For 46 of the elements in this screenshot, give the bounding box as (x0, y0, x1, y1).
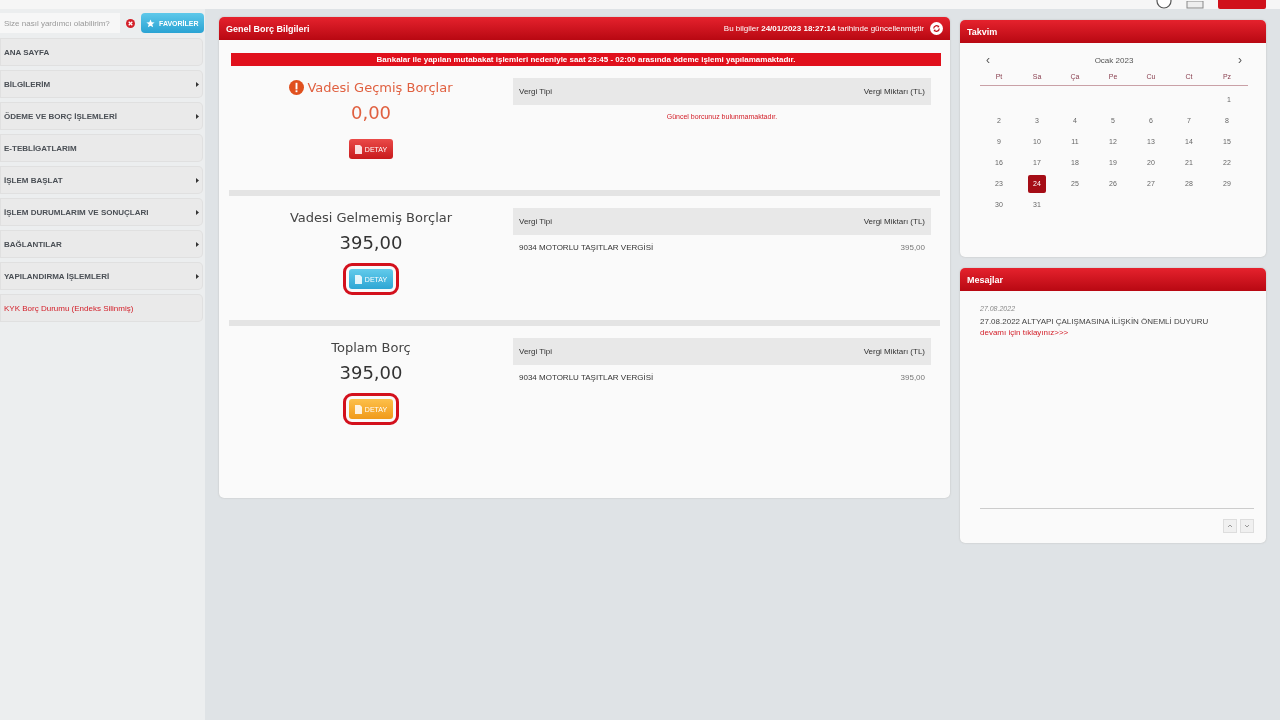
notice-banner: Bankalar ile yapılan mutabakat işlemleri nedeniyle saat 23:45 - 02:00 arasında ödeme işlemi yapılamamaktadır. (231, 53, 941, 66)
scroll-down-icon[interactable] (1240, 519, 1254, 533)
card-title: Mesajlar (967, 274, 1004, 285)
column-header: Vergi Tipi (519, 87, 552, 96)
table-cell: 9034 MOTORLU TAŞITLAR VERGİSİ (519, 373, 654, 382)
menu-item[interactable]: KYK Borç Durumu (Endeks Silinmiş) (0, 294, 203, 322)
menu-item[interactable]: İŞLEM DURUMLARIM VE SONUÇLARI (0, 198, 203, 226)
calendar-icon[interactable] (1186, 1, 1204, 9)
debt-amount: 395,00 (339, 232, 403, 253)
next-month-button[interactable]: › (1238, 53, 1242, 67)
menu-item[interactable]: E-TEBLİGATLARIM (0, 134, 203, 162)
section-title: Vadesi Gelmemiş Borçlar (289, 210, 453, 225)
debt-amount: 395,00 (339, 362, 403, 383)
section-title: Vadesi Geçmiş Borçlar (307, 80, 453, 95)
read-more-link[interactable]: devamı için tıklayınız>>> (980, 328, 1069, 338)
star-icon (146, 18, 155, 28)
menu-item[interactable]: YAPILANDIRMA İŞLEMLERİ (0, 262, 203, 290)
document-icon (354, 144, 362, 154)
menu-item[interactable]: İŞLEM BAŞLAT (0, 166, 203, 194)
column-header: Vergi Tipi (519, 217, 552, 226)
menu-item[interactable]: ÖDEME VE BORÇ İŞLEMLERİ (0, 102, 203, 130)
month-title: Ocak 2023 (1094, 55, 1134, 65)
refresh-icon[interactable] (930, 22, 943, 35)
table-cell: 9034 MOTORLU TAŞITLAR VERGİSİ (519, 243, 654, 252)
warning-icon (289, 80, 305, 95)
clear-icon[interactable] (126, 18, 135, 28)
card-title: Takvim (967, 26, 998, 37)
table-cell: 395,00 (900, 243, 925, 252)
update-info: Bu bilgiler 24/01/2023 18:27:14 tarihinde güncellenmiştir (723, 24, 924, 33)
document-icon (354, 274, 362, 284)
menu-item[interactable]: ANA SAYFA (0, 38, 203, 66)
table-cell: 395,00 (900, 373, 925, 382)
search-field[interactable]: Size nasıl yardımcı olabilirim? (0, 13, 120, 33)
column-header: Vergi Miktarı (TL) (863, 347, 925, 356)
column-header: Vergi Tipi (519, 347, 552, 356)
panel-title: Genel Borç Bilgileri (226, 23, 310, 34)
menu-item[interactable]: BİLGİLERİM (0, 70, 203, 98)
previous-month-button[interactable]: ‹ (986, 53, 990, 67)
section-title: Toplam Borç (331, 340, 411, 355)
menu-item[interactable]: BAĞLANTILAR (0, 230, 203, 258)
document-icon (354, 404, 362, 414)
column-header: Vergi Miktarı (TL) (863, 217, 925, 226)
scroll-up-icon[interactable] (1223, 519, 1237, 533)
debt-amount: 0,00 (350, 102, 392, 123)
column-header: Vergi Miktarı (TL) (863, 87, 925, 96)
message-text: 27.08.2022 ALTYAPI ÇALIŞMASINA İLİŞKİN ÖNEMLİ DUYURU devamı için tıklayınız>>> (980, 316, 1210, 339)
